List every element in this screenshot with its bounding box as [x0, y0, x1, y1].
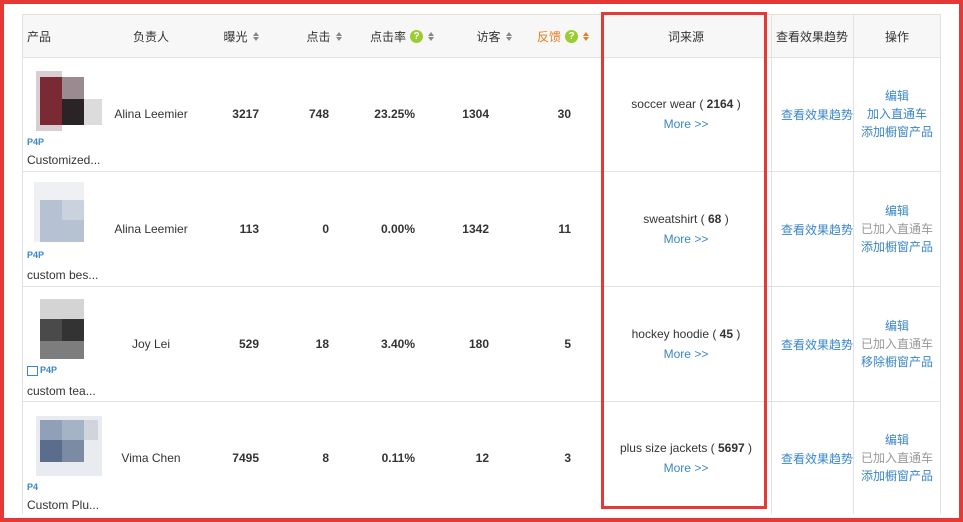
view-trend-link[interactable]: 查看效果趋势: [775, 287, 853, 401]
row-actions: 编辑 已加入直通车 添加橱窗产品: [853, 172, 941, 286]
view-trend-link[interactable]: 查看效果趋势: [775, 402, 853, 514]
keyword-count: 68: [708, 212, 722, 226]
keyword: hockey hoodie: [631, 327, 709, 341]
ctr-value: 23.25%: [374, 107, 415, 121]
edit-link[interactable]: 编辑: [885, 202, 909, 220]
ctr-value: 3.40%: [380, 337, 415, 351]
more-link[interactable]: More >>: [664, 232, 709, 246]
product-name[interactable]: Customized...: [27, 153, 100, 167]
help-icon[interactable]: ?: [410, 29, 423, 43]
ctr-value: 0.00%: [380, 222, 415, 236]
col-header-product: 产品: [27, 29, 52, 44]
add-p4p-link[interactable]: 加入直通车: [867, 105, 927, 123]
keyword-count: 5697: [718, 441, 745, 455]
visitors-value: 12: [475, 451, 489, 465]
visitors-value: 180: [468, 337, 489, 351]
sort-icon[interactable]: [583, 32, 589, 41]
add-showcase-link[interactable]: 添加橱窗产品: [861, 467, 933, 485]
exposure-value: 529: [238, 337, 259, 351]
col-header-exposure[interactable]: 曝光: [199, 15, 283, 57]
keyword-count: 45: [719, 327, 734, 341]
product-name[interactable]: custom bes...: [27, 268, 98, 282]
clicks-value: 0: [322, 222, 329, 236]
p4p-icon: [27, 365, 38, 376]
product-thumbnail[interactable]: [26, 182, 102, 242]
owner-name: Joy Lei: [131, 337, 171, 351]
table-row: P4P custom bes... Alina Leemier 113 0 0.…: [23, 172, 941, 287]
feedback-value: 11: [558, 222, 571, 236]
feedback-value: 5: [564, 337, 571, 351]
owner-name: Vima Chen: [121, 451, 181, 465]
clicks-value: 18: [315, 337, 329, 351]
visitors-value: 1304: [462, 107, 489, 121]
col-header-owner: 负责人: [132, 29, 169, 44]
sort-icon[interactable]: [428, 32, 434, 41]
keyword-source: hockey hoodie ( 45 ) More >>: [631, 327, 741, 361]
table-header: 产品 负责人 曝光 点击 点击率? 访客 反馈? 词来源 查看效果趋势 操作: [23, 14, 941, 58]
owner-name: Alina Leemier: [114, 107, 188, 121]
p4p-badge: P4P: [27, 365, 57, 376]
visitors-value: 1342: [462, 222, 489, 236]
exposure-value: 113: [239, 222, 259, 236]
add-showcase-link[interactable]: 添加橱窗产品: [861, 123, 933, 141]
col-header-keyword-source: 词来源: [667, 29, 704, 44]
help-icon[interactable]: ?: [565, 29, 578, 43]
product-thumbnail[interactable]: [26, 416, 102, 476]
view-trend-link[interactable]: 查看效果趋势: [775, 57, 853, 171]
add-showcase-link[interactable]: 添加橱窗产品: [861, 238, 933, 256]
sort-icon[interactable]: [253, 32, 259, 41]
edit-link[interactable]: 编辑: [885, 87, 909, 105]
keyword-source: sweatshirt ( 68 ) More >>: [643, 212, 729, 246]
more-link[interactable]: More >>: [664, 347, 709, 361]
product-name[interactable]: Custom Plu...: [27, 498, 99, 512]
exposure-value: 7495: [232, 451, 259, 465]
sort-icon[interactable]: [506, 32, 512, 41]
col-header-feedback[interactable]: 反馈?: [517, 15, 609, 57]
keyword: soccer wear: [631, 97, 696, 111]
feedback-value: 30: [557, 107, 571, 121]
p4p-status: 已加入直通车: [860, 222, 933, 236]
row-actions: 编辑 已加入直通车 移除橱窗产品: [853, 287, 941, 401]
keyword-count: 2164: [706, 97, 734, 111]
table-row: P4P Customized... Alina Leemier 3217 748…: [23, 57, 941, 172]
view-trend-link[interactable]: 查看效果趋势: [775, 172, 853, 286]
col-header-action: 操作: [884, 29, 909, 44]
edit-link[interactable]: 编辑: [885, 431, 909, 449]
keyword: sweatshirt: [643, 212, 698, 226]
more-link[interactable]: More >>: [664, 461, 709, 475]
exposure-value: 3217: [232, 107, 259, 121]
col-header-trend: 查看效果趋势: [775, 29, 848, 44]
table-row: P4 Custom Plu... Vima Chen 7495 8 0.11% …: [23, 402, 941, 514]
owner-name: Alina Leemier: [114, 222, 188, 236]
product-thumbnail[interactable]: [26, 299, 102, 359]
keyword: plus size jackets: [619, 441, 708, 455]
feedback-value: 3: [564, 451, 571, 465]
col-header-ctr[interactable]: 点击率?: [351, 15, 453, 57]
keyword-source: plus size jackets ( 5697 ) More >>: [619, 441, 753, 475]
p4p-badge: P4P: [27, 137, 45, 147]
ctr-value: 0.11%: [381, 451, 415, 465]
clicks-value: 748: [308, 107, 329, 121]
p4p-badge: P4: [27, 482, 39, 492]
row-actions: 编辑 已加入直通车 添加橱窗产品: [853, 402, 941, 514]
edit-link[interactable]: 编辑: [885, 317, 909, 335]
more-link[interactable]: More >>: [664, 117, 709, 131]
clicks-value: 8: [322, 451, 329, 465]
keyword-source: soccer wear ( 2164 ) More >>: [631, 97, 741, 131]
product-name[interactable]: custom tea...: [27, 384, 96, 398]
product-thumbnail[interactable]: [26, 71, 102, 131]
p4p-badge: P4P: [27, 250, 45, 260]
row-actions: 编辑 加入直通车 添加橱窗产品: [853, 57, 941, 171]
remove-showcase-link[interactable]: 移除橱窗产品: [861, 353, 933, 371]
p4p-status: 已加入直通车: [860, 337, 933, 351]
p4p-status: 已加入直通车: [860, 451, 933, 465]
sort-icon[interactable]: [336, 32, 342, 41]
product-stats-table: 产品 负责人 曝光 点击 点击率? 访客 反馈? 词来源 查看效果趋势 操作 P…: [22, 14, 941, 514]
table-row: P4P custom tea... Joy Lei 529 18 3.40% 1…: [23, 287, 941, 402]
